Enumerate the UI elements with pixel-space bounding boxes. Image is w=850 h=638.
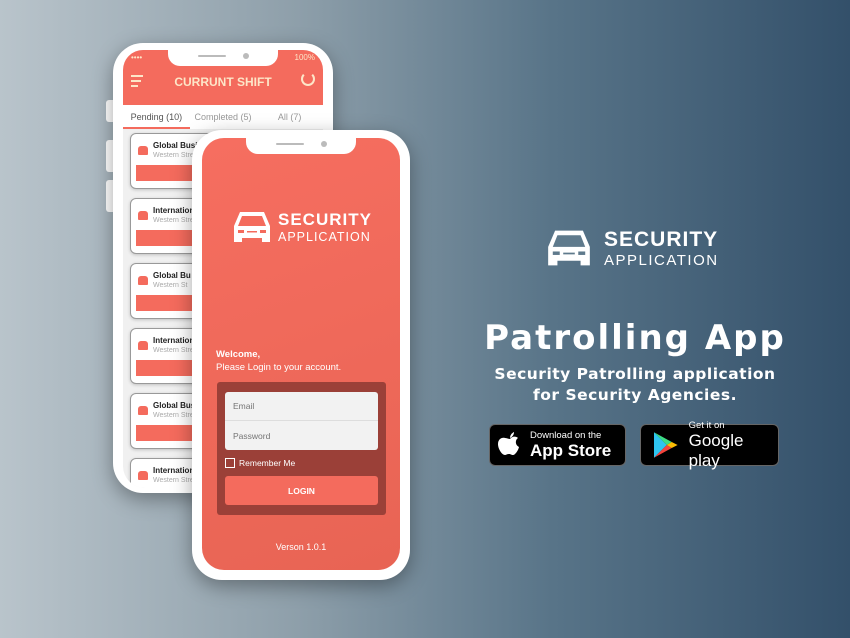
welcome-heading: Welcome, [216, 349, 261, 360]
guard-icon [138, 406, 148, 415]
guard-icon [138, 146, 148, 155]
car-icon [138, 471, 148, 480]
google-big: Google play [688, 430, 744, 470]
login-button[interactable]: LOGIN [225, 476, 378, 505]
promo-title: Patrolling App [484, 318, 786, 358]
logo-subtitle: APPLICATION [278, 230, 371, 244]
google-play-icon [653, 432, 678, 458]
card-name: Internation [153, 466, 195, 475]
phone-notch [246, 138, 356, 154]
card-name: Global Bu [153, 271, 191, 280]
card-name: Internation [153, 206, 195, 215]
login-screen: SECURITY APPLICATION Welcome, Please Log… [202, 138, 400, 570]
card-address: Western St [153, 282, 188, 289]
card-address: Western Stree [153, 152, 198, 159]
promo-subtitle: Security Patrolling application for Secur… [494, 365, 776, 404]
email-input[interactable] [225, 392, 378, 421]
card-name: Global Busi [153, 141, 198, 150]
login-form: Remember Me LOGIN [217, 382, 386, 515]
car-icon [234, 212, 270, 242]
car-icon [548, 230, 590, 266]
signal-icon: •••• [131, 53, 143, 62]
remember-label: Remember Me [239, 458, 296, 468]
car-icon [138, 341, 148, 350]
battery-status: 100% [294, 53, 315, 62]
phone-notch [168, 50, 278, 66]
guard-icon [138, 276, 148, 285]
car-icon [138, 211, 148, 220]
card-name: Global Bus [153, 401, 196, 410]
card-address: Western Stre [153, 477, 194, 484]
promo-logo: SECURITY APPLICATION [544, 226, 719, 270]
card-name: Internation [153, 336, 195, 345]
card-address: Western Stre [153, 217, 194, 224]
app-logo: SECURITY APPLICATION [232, 208, 372, 246]
tab-pending[interactable]: Pending (10) [123, 105, 190, 129]
card-address: Western Stre [153, 412, 194, 419]
remember-me[interactable]: Remember Me [225, 458, 295, 468]
apple-icon [498, 432, 519, 455]
header-title: CURRUNT SHIFT [174, 75, 272, 89]
login-prompt: Please Login to your account. [216, 362, 342, 373]
promo-logo-title: SECURITY [604, 227, 719, 251]
promo-logo-subtitle: APPLICATION [604, 251, 719, 269]
appstore-big: App Store [530, 440, 612, 460]
remember-checkbox[interactable] [225, 458, 235, 468]
app-store-button[interactable]: Download on the App Store [489, 424, 626, 466]
front-phone-mockup: SECURITY APPLICATION Welcome, Please Log… [192, 130, 410, 580]
tab-completed[interactable]: Completed (5) [190, 105, 257, 129]
welcome-text: Welcome, Please Login to your account. [216, 348, 341, 374]
power-icon[interactable] [301, 72, 315, 86]
version-text: Verson 1.0.1 [275, 542, 327, 552]
tab-all[interactable]: All (7) [256, 105, 323, 129]
google-small: Get it on [688, 419, 725, 431]
shift-tabs: Pending (10) Completed (5) All (7) [123, 105, 323, 130]
google-play-button[interactable]: Get it on Google play [640, 420, 779, 470]
appstore-small: Download on the [530, 429, 602, 441]
card-address: Western Stre [153, 347, 194, 354]
password-input[interactable] [225, 421, 378, 450]
logo-title: SECURITY [278, 210, 372, 229]
